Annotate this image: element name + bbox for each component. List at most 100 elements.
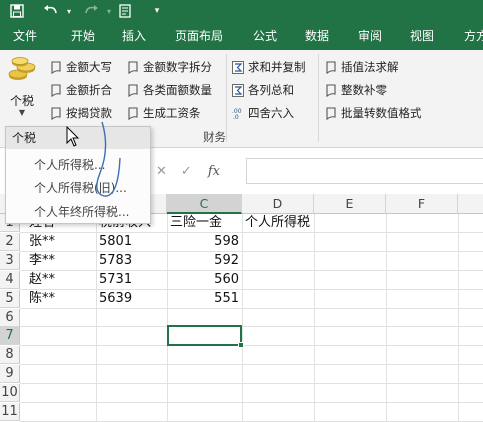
mouse-cursor-icon (66, 126, 80, 147)
undo-icon[interactable] (40, 2, 62, 20)
ribbon-btn-interpolation[interactable]: 插值法求解 (325, 58, 399, 76)
ribbon-label: 金额大写 (66, 60, 112, 74)
sigma-icon (232, 60, 244, 74)
cell-a3[interactable]: 李** (26, 252, 96, 270)
column-header-c[interactable]: C (167, 194, 242, 214)
tab-page-layout[interactable]: 页面布局 (175, 27, 223, 45)
ribbon-btn-mortgage[interactable]: 按揭贷款 (50, 104, 112, 122)
row-header-2[interactable]: 2 (0, 233, 20, 251)
row-header-9[interactable]: 9 (0, 365, 20, 383)
ribbon-label: 四舍六入 (248, 106, 294, 120)
tab-formulas[interactable]: 公式 (253, 27, 277, 45)
page-icon (325, 106, 337, 120)
cell-b2[interactable]: 5801 (96, 233, 167, 251)
grid-line (20, 345, 483, 346)
ribbon-label: 各列总和 (248, 83, 294, 97)
ribbon-btn-amount-uppercase[interactable]: 金额大写 (50, 58, 112, 76)
print-preview-icon[interactable] (116, 2, 134, 20)
sigma-icon (232, 83, 244, 97)
ribbon-label: 各类面额数量 (143, 83, 212, 97)
ribbon-btn-denomination-count[interactable]: 各类面额数量 (127, 81, 212, 99)
tab-review[interactable]: 审阅 (358, 27, 382, 45)
column-header-e[interactable]: E (314, 194, 386, 214)
decimal-round-icon: .00.0 (232, 106, 244, 120)
tab-view[interactable]: 视图 (410, 27, 434, 45)
ribbon-separator (318, 54, 319, 142)
redo-icon[interactable] (80, 2, 102, 20)
cell-a4[interactable]: 赵** (26, 271, 96, 289)
row-header-10[interactable]: 10 (0, 384, 20, 402)
svg-text:.0: .0 (233, 114, 239, 120)
row-header-11[interactable]: 11 (0, 403, 20, 421)
ribbon-label: 求和并复制 (248, 60, 306, 74)
cell-c5[interactable]: 551 (167, 290, 242, 308)
ribbon-btn-payslip[interactable]: 生成工资条 (127, 104, 201, 122)
cell-b3[interactable]: 5783 (96, 252, 167, 270)
menu-item-personal-income-tax-old[interactable]: 个人所得税(旧)... (34, 179, 127, 197)
cell-c3[interactable]: 592 (167, 252, 242, 270)
ribbon-label: 金额折合 (66, 83, 112, 97)
cell-b4[interactable]: 5731 (96, 271, 167, 289)
ribbon-btn-column-totals[interactable]: 各列总和 (232, 81, 294, 99)
chevron-down-icon: ▼ (18, 108, 26, 117)
grid-line (20, 326, 483, 327)
customize-qat-icon[interactable]: ▾ (150, 2, 164, 20)
row-header-8[interactable]: 8 (0, 346, 20, 364)
cell-d1[interactable]: 个人所得税 (242, 214, 332, 232)
page-icon (50, 83, 62, 97)
column-header-g[interactable] (458, 194, 483, 214)
ribbon-separator (226, 54, 227, 142)
page-icon (127, 60, 139, 74)
row-header-3[interactable]: 3 (0, 252, 20, 270)
ribbon-btn-amount-convert[interactable]: 金额折合 (50, 81, 112, 99)
personal-tax-label: 个税 (9, 94, 34, 108)
cell-c1[interactable]: 三险一金 (167, 214, 242, 232)
row-header-7[interactable]: 7 (0, 327, 20, 345)
row-header-5[interactable]: 5 (0, 290, 20, 308)
grid-line (242, 214, 243, 422)
title-bar: ▾ ▾ ▾ (0, 0, 483, 22)
ribbon-btn-batch-to-number[interactable]: 批量转数值格式 (325, 104, 422, 122)
cell-c4[interactable]: 560 (167, 271, 242, 289)
grid-line (386, 214, 387, 422)
row-header-6[interactable]: 6 (0, 309, 20, 327)
tab-insert[interactable]: 插入 (122, 27, 146, 45)
fill-handle[interactable] (238, 342, 244, 348)
undo-dropdown-icon[interactable]: ▾ (64, 2, 74, 20)
ribbon-btn-digit-split[interactable]: 金额数字拆分 (127, 58, 212, 76)
cell-a2[interactable]: 张** (26, 233, 96, 251)
page-icon (50, 106, 62, 120)
ribbon-label: 整数补零 (341, 83, 387, 97)
ribbon-btn-round-half-even[interactable]: .00.0 四舍六入 (232, 104, 294, 122)
ribbon-label: 金额数字拆分 (143, 60, 212, 74)
column-header-f[interactable]: F (386, 194, 458, 214)
cell-b5[interactable]: 5639 (96, 290, 167, 308)
column-header-d[interactable]: D (242, 194, 314, 214)
ribbon-label: 插值法求解 (341, 60, 399, 74)
row-header-4[interactable]: 4 (0, 271, 20, 289)
enter-icon[interactable]: ✓ (181, 164, 192, 179)
ribbon-label: 批量转数值格式 (341, 106, 422, 120)
grid-line (314, 214, 315, 422)
menu-item-personal-income-tax[interactable]: 个人所得税... (34, 156, 105, 174)
grid-line (20, 383, 483, 384)
tab-data[interactable]: 数据 (305, 27, 329, 45)
redo-dropdown-icon[interactable]: ▾ (104, 2, 114, 20)
page-icon (127, 106, 139, 120)
cell-a5[interactable]: 陈** (26, 290, 96, 308)
formula-input[interactable] (246, 158, 483, 184)
cell-c2[interactable]: 598 (167, 233, 242, 251)
menu-item-year-end-income-tax[interactable]: 个人年终所得税... (34, 203, 129, 221)
save-icon[interactable] (8, 2, 26, 20)
personal-tax-button[interactable]: 个税 ▼ (2, 52, 42, 122)
page-icon (325, 83, 337, 97)
insert-function-icon[interactable]: fx (208, 164, 220, 179)
active-cell-c7[interactable] (167, 325, 242, 346)
tab-fangfang[interactable]: 方方 (464, 27, 483, 45)
tab-home[interactable]: 开始 (71, 27, 95, 45)
tab-file[interactable]: 文件 (13, 27, 37, 45)
ribbon-btn-zero-pad[interactable]: 整数补零 (325, 81, 387, 99)
ribbon-btn-sum-copy[interactable]: 求和并复制 (232, 58, 306, 76)
cancel-icon[interactable]: ✕ (156, 164, 167, 179)
ribbon-label: 生成工资条 (143, 106, 201, 120)
